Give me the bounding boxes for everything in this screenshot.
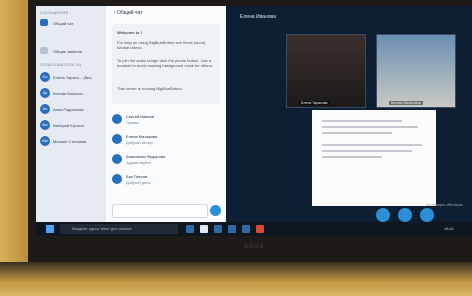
meeting-title: Елена Иванова xyxy=(240,14,276,20)
desk-surface xyxy=(0,262,472,296)
chat-message: Сергей Иванов Привет xyxy=(112,114,220,132)
message-text: Привет xyxy=(126,120,140,125)
mail-icon[interactable] xyxy=(228,225,236,233)
user-list-item[interactable]: Ми Михаил Степанов xyxy=(40,136,102,147)
chat-message: Елена Малькова Добрый вечер xyxy=(112,134,220,152)
message-text: Здравствуйте xyxy=(126,160,152,165)
chat-icon xyxy=(40,19,48,26)
laptop-brand-logo: ASUS xyxy=(244,244,265,250)
avatar: Ва xyxy=(40,120,50,130)
slide-text-line xyxy=(322,126,418,128)
taskbar-search-input[interactable]: Введите здесь текст для поиска xyxy=(60,224,178,234)
slide-text-line xyxy=(322,144,422,146)
chat-message: Баз Петров Добрый день xyxy=(112,174,220,192)
camera-button[interactable] xyxy=(420,208,434,222)
webcam-video[interactable]: Елена Тарасова xyxy=(286,34,366,108)
webcam-video[interactable]: Ксения Малыхина xyxy=(376,34,456,108)
avatar xyxy=(112,154,122,164)
windows-activation-text: Активация Windows xyxy=(426,202,463,207)
avatar xyxy=(112,114,122,124)
slide-text-line xyxy=(322,120,402,122)
user-list-item[interactable]: Ва Валерий Ерохин xyxy=(40,120,102,131)
slide-text-line xyxy=(322,150,412,152)
taskbar-clock: 18:41 xyxy=(444,226,455,231)
public-chat-label: Общий чат xyxy=(53,21,74,26)
welcome-line: Welcome to ! xyxy=(117,30,142,35)
welcome-message: Welcome to ! For help on using BigBlueBu… xyxy=(112,24,220,104)
users-panel: СООБЩЕНИЯ Общий чат Общие заметки ПОЛЬЗО… xyxy=(36,6,107,234)
presentation-slide xyxy=(312,110,436,206)
chat-title[interactable]: ‹ Общий чат xyxy=(114,10,142,16)
message-author: Баз Петров xyxy=(126,174,148,179)
welcome-line: This server is running BigBlueButton. xyxy=(117,86,183,91)
message-text: Добрый день xyxy=(126,180,151,185)
windows-taskbar: Введите здесь текст для поиска 18:41 xyxy=(36,222,472,236)
notes-icon xyxy=(40,47,48,54)
user-list-item[interactable]: Кр Ксения Малыхи... xyxy=(40,88,102,99)
slide-text-line xyxy=(322,132,392,134)
chat-panel: ‹ Общий чат Welcome to ! For help on usi… xyxy=(106,6,227,228)
chat-message-input[interactable] xyxy=(112,204,208,218)
avatar: Ел xyxy=(40,72,50,82)
users-heading: ПОЛЬЗОВАТЕЛИ (6) xyxy=(40,62,82,67)
send-button[interactable] xyxy=(210,205,221,216)
video-label: Ксения Малыхина xyxy=(389,101,423,105)
app-icon[interactable] xyxy=(256,225,264,233)
message-author: Анастасия Федорова xyxy=(126,154,166,159)
phone-button[interactable] xyxy=(398,208,412,222)
windows-start-icon[interactable] xyxy=(46,225,54,233)
taskview-icon[interactable] xyxy=(186,225,194,233)
laptop-screen: СООБЩЕНИЯ Общий чат Общие заметки ПОЛЬЗО… xyxy=(36,6,472,234)
video-label: Елена Тарасова xyxy=(299,101,330,105)
user-name: Ксения Малыхи... xyxy=(53,91,86,96)
public-chat-item[interactable]: Общий чат xyxy=(40,18,102,29)
shared-notes-item[interactable]: Общие заметки xyxy=(40,46,102,57)
chat-message: Анастасия Федорова Здравствуйте xyxy=(112,154,220,172)
message-text: Добрый вечер xyxy=(126,140,153,145)
user-name: Валерий Ерохин xyxy=(53,123,84,128)
user-name: Анна Родионова xyxy=(53,107,84,112)
avatar: Кр xyxy=(40,88,50,98)
user-list-item[interactable]: Ан Анна Родионова xyxy=(40,104,102,115)
presentation-stage: Елена Иванова Елена Тарасова Ксения Малы… xyxy=(226,6,472,228)
message-author: Елена Малькова xyxy=(126,134,158,139)
store-icon[interactable] xyxy=(242,225,250,233)
user-name: Елена Тарасо... (Вы) xyxy=(53,75,92,80)
shared-notes-label: Общие заметки xyxy=(53,49,82,54)
slide-text-line xyxy=(322,156,382,158)
welcome-line: To join the audio bridge click the phone… xyxy=(117,58,214,68)
microphone-button[interactable] xyxy=(376,208,390,222)
avatar: Ан xyxy=(40,104,50,114)
welcome-line: For help on using BigBlueButton see thes… xyxy=(117,40,206,50)
user-list-item[interactable]: Ел Елена Тарасо... (Вы) xyxy=(40,72,102,83)
chrome-icon[interactable] xyxy=(200,225,208,233)
avatar: Ми xyxy=(40,136,50,146)
background-surface xyxy=(0,0,30,296)
user-name: Михаил Степанов xyxy=(53,139,87,144)
messages-heading: СООБЩЕНИЯ xyxy=(40,10,69,15)
message-author: Сергей Иванов xyxy=(126,114,155,119)
avatar xyxy=(112,134,122,144)
folder-icon[interactable] xyxy=(214,225,222,233)
avatar xyxy=(112,174,122,184)
